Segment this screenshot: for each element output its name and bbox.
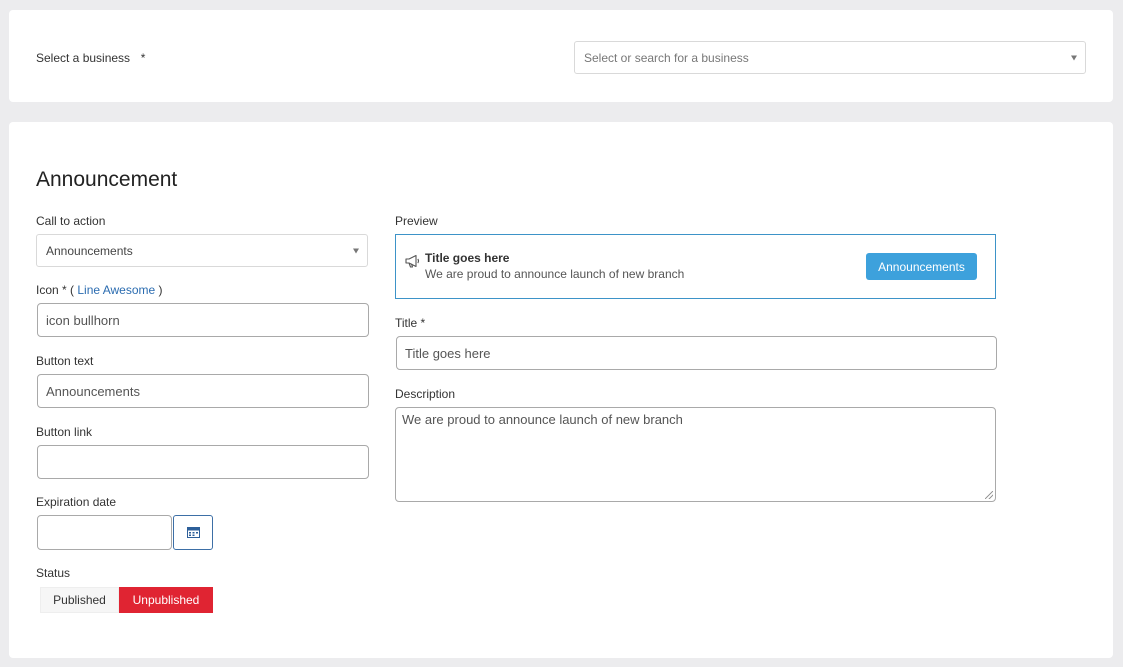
page-title: Announcement (36, 168, 178, 191)
call-to-action-label: Call to action (36, 214, 106, 228)
call-to-action-select[interactable]: Announcements (36, 234, 368, 267)
announcement-preview: Title goes here We are proud to announce… (395, 234, 996, 299)
description-textarea[interactable]: We are proud to announce launch of new b… (395, 407, 996, 502)
button-link-label: Button link (36, 425, 93, 439)
bullhorn-icon (405, 254, 420, 268)
line-awesome-link[interactable]: Line Awesome (77, 283, 155, 297)
chevron-down-icon (1071, 55, 1077, 60)
business-select-card: Select a business * Select or search for… (9, 10, 1113, 102)
preview-label: Preview (395, 214, 438, 228)
button-text-input[interactable]: Announcements (37, 374, 369, 408)
title-label: Title * (395, 316, 426, 330)
chevron-down-icon (353, 248, 359, 253)
business-label: Select a business * (36, 51, 146, 65)
status-unpublished-button[interactable]: Unpublished (119, 587, 213, 613)
resize-handle-icon[interactable] (985, 491, 993, 499)
icon-input[interactable]: icon bullhorn (37, 303, 369, 337)
button-text-label: Button text (36, 354, 94, 368)
button-link-input[interactable] (37, 445, 369, 479)
business-select[interactable]: Select or search for a business (574, 41, 1086, 74)
calendar-button[interactable] (173, 515, 213, 550)
description-value: We are proud to announce launch of new b… (402, 412, 683, 427)
title-input-value: Title goes here (405, 345, 491, 361)
calendar-icon (186, 527, 200, 538)
expiration-date-label: Expiration date (36, 495, 117, 509)
description-label: Description (395, 387, 456, 401)
button-text-value: Announcements (46, 383, 140, 399)
icon-input-value: icon bullhorn (46, 312, 120, 328)
preview-title: Title goes here (425, 251, 510, 265)
preview-announcements-button[interactable]: Announcements (866, 253, 977, 280)
status-published-button[interactable]: Published (40, 587, 119, 613)
expiration-date-input[interactable] (37, 515, 172, 550)
status-label: Status (36, 566, 71, 580)
title-input[interactable]: Title goes here (396, 336, 997, 370)
call-to-action-value: Announcements (46, 243, 133, 258)
preview-description: We are proud to announce launch of new b… (425, 267, 685, 281)
announcement-card: Announcement Call to action Announcement… (9, 122, 1113, 658)
business-select-placeholder: Select or search for a business (584, 50, 749, 65)
required-mark: * (140, 51, 146, 65)
icon-label: Icon * ( Line Awesome ) (36, 283, 163, 297)
